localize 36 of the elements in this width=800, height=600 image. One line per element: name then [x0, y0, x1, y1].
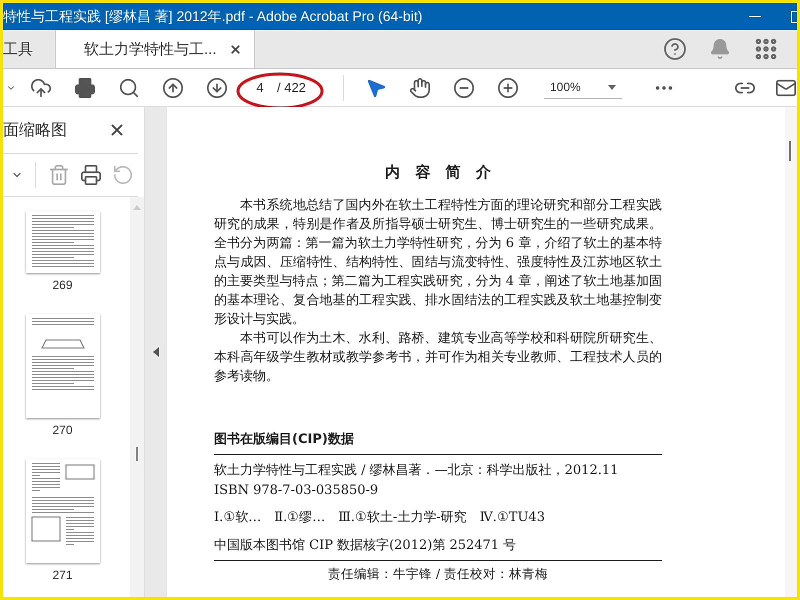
hand-icon[interactable]: [409, 76, 431, 98]
cip-line: 中国版本图书馆 CIP 数据核字(2012)第 252471 号: [214, 537, 518, 554]
collapse-icon[interactable]: [153, 347, 159, 357]
zoom-out-icon[interactable]: [453, 76, 475, 98]
cip-heading: 图书在版编目(CIP)数据: [214, 430, 662, 455]
page-heading: 内 容 简 介: [384, 163, 492, 182]
help-icon[interactable]: [663, 37, 687, 61]
cloud-upload-icon[interactable]: [30, 76, 52, 98]
caret-icon: [608, 84, 616, 90]
minimize-icon[interactable]: [749, 16, 761, 18]
credits-line: 责任编辑：牛宇锋 / 责任校对：林青梅: [328, 566, 548, 581]
search-icon[interactable]: [118, 76, 140, 98]
page-number: 271: [52, 568, 73, 582]
arrow-up-icon[interactable]: [162, 76, 184, 98]
page-number: 269: [52, 278, 73, 292]
scrollbar-thumb[interactable]: [789, 141, 791, 161]
page-thumbnail[interactable]: [26, 314, 100, 418]
cip-line: 软土力学特性与工程实践 / 缪林昌著．—北京：科学出版社，2012.11: [214, 462, 620, 479]
body-paragraph: 本书可以作为土木、水利、路桥、建筑专业高等学校和科研院所研究生、本科高年级学生教材或教学参考书，并可作为相关专业教师、工程技术人员的参考读物。: [214, 330, 662, 386]
page-thumbnail[interactable]: [26, 211, 100, 273]
page-number-field[interactable]: 4: [243, 80, 277, 95]
scrollbar-thumb[interactable]: [136, 447, 138, 461]
window-title: 特性与工程实践 [缪林昌 著] 2012年.pdf - Adobe Acrobat Pro (64-bit): [3, 8, 422, 26]
page-number: 270: [52, 423, 73, 437]
panel-title: 面缩略图: [3, 120, 67, 140]
cip-line: Ⅰ.①软… Ⅱ.①缪… Ⅲ.①软土-土力学-研究 Ⅳ.①TU43: [214, 509, 546, 526]
body-paragraph: 本书系统地总结了国内外在软土工程特性方面的理论研究和部分工程实践研究的成果，特别是作者及所指导硕士研究生、博士研究生的一些研究成果。全书分为两篇：第一篇为软土力学特性研究，分为 6 章，介绍了软土的基本特点与成因、压缩特性、结构特性、固结与流变特性、强度特性及江苏地区软土的主要类型与特点；第二篇为工程实践研究，分为 4 章，阐述了软土地基加固的基本理论、复合地基的工程实践、排水固结法的工程实践及软土地基控制变形设计与实践。: [214, 197, 662, 329]
page-total: / 422: [277, 80, 306, 95]
zoom-in-icon[interactable]: [497, 76, 519, 98]
tab[interactable]: 软土力学特性与工...: [55, 30, 255, 68]
page-thumbnail[interactable]: [26, 459, 100, 563]
zoom-dropdown[interactable]: 100%: [544, 76, 622, 99]
apps-grid-icon[interactable]: [753, 36, 779, 62]
arrow-down-icon[interactable]: [206, 76, 228, 98]
close-icon[interactable]: [228, 42, 242, 56]
cip-line: ISBN 978-7-03-035850-9: [214, 483, 380, 498]
